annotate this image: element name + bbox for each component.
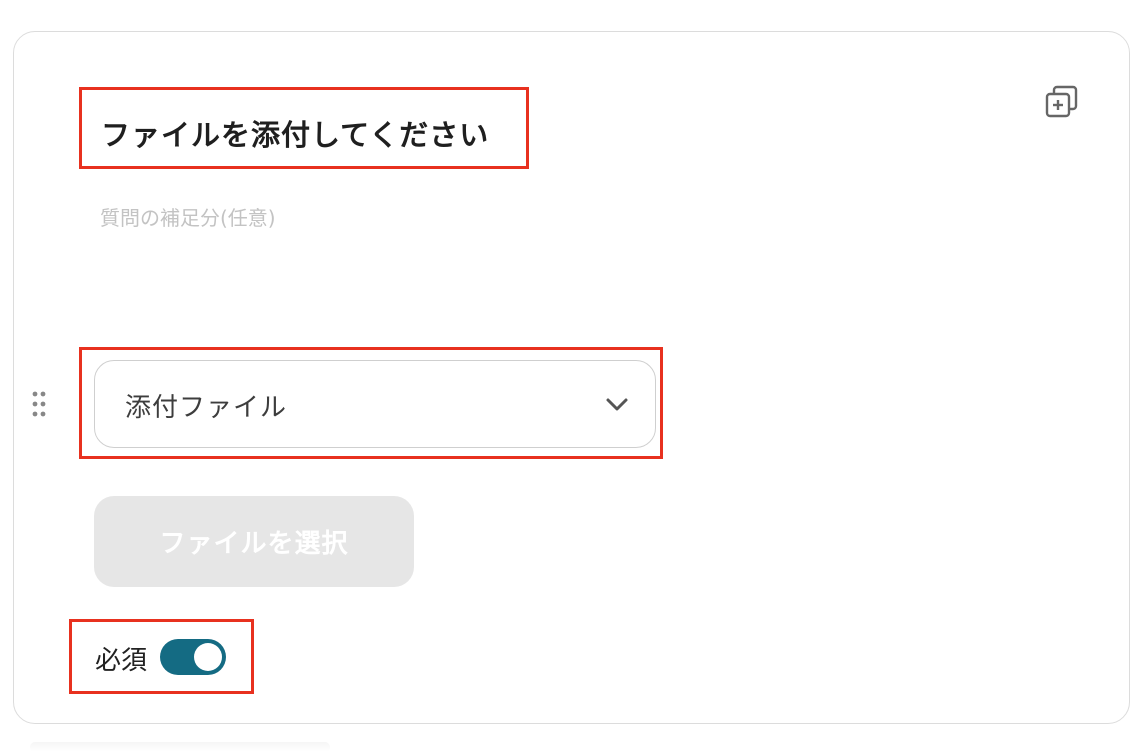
chevron-down-icon (605, 397, 629, 413)
required-label: 必須 (95, 646, 148, 676)
toggle-knob (194, 643, 222, 671)
required-toggle[interactable] (160, 639, 226, 675)
duplicate-icon[interactable] (1044, 84, 1080, 120)
answer-type-select[interactable]: 添付ファイル (94, 360, 656, 448)
question-title[interactable]: ファイルを添付してください (101, 112, 489, 154)
choose-file-button[interactable]: ファイルを選択 (94, 496, 414, 587)
next-card-shadow (30, 742, 330, 752)
answer-type-value: 添付ファイル (125, 393, 288, 423)
question-description-placeholder[interactable]: 質問の補足分(任意) (100, 202, 276, 231)
drag-handle-icon[interactable] (31, 390, 47, 420)
